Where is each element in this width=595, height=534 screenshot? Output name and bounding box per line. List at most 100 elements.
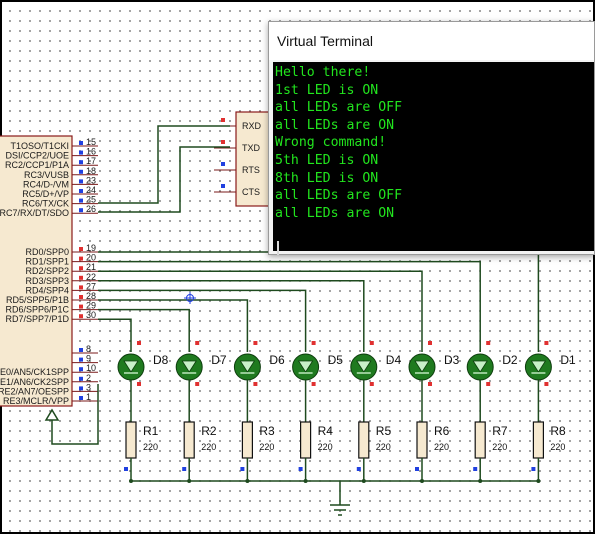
terminal-line: all LEDs are ON [275,205,395,221]
resistor-r3[interactable]: R3220 [240,421,275,471]
pin-state-marker [79,169,83,174]
resistor-r2[interactable]: R2220 [182,421,217,471]
pin-state-marker [79,266,83,271]
resistor-r6[interactable]: R6220 [415,421,450,471]
resistor-label: R4 [318,424,334,438]
resistor-label: R2 [201,424,217,438]
resistor-r7[interactable]: R7220 [473,421,508,471]
pin-number: 1 [86,392,91,402]
resistor-r5[interactable]: R5220 [356,421,392,471]
pin-number: 9 [86,354,91,364]
pin-label: RC5/D+/VP [22,189,69,199]
led-label: D2 [502,353,518,367]
terminal-line: Wrong command! [275,135,387,151]
virtual-terminal-window[interactable]: Virtual Terminal Hello there! 1st LED is … [268,21,595,255]
port-wire [98,308,190,352]
pin-label: RC7/RX/DT/SDO [0,208,69,218]
pin-state-marker [79,150,83,155]
resistor-value: 220 [318,442,333,452]
port-wire [98,318,132,352]
pin-number: 10 [86,363,96,373]
terminal-line: 8th LED is ON [275,170,379,186]
led-d4[interactable]: D4 [350,341,402,386]
led-label: D6 [269,353,285,367]
mcu-pin: 8 [72,344,98,354]
pin-label: RC6/TX/CK [22,199,69,209]
resistor-value: 220 [492,442,507,452]
resistor-r4[interactable]: R4220 [298,421,334,471]
led-label: D1 [560,353,576,367]
pin-number: 16 [86,147,96,157]
pin-state-marker [79,396,83,400]
led-label: D3 [444,353,460,367]
pin-number: 21 [86,262,96,272]
led-label: D7 [211,353,227,367]
pin-number: 15 [86,137,96,147]
pin-label: RD5/SPP5/P1B [6,295,69,305]
pin-label: RD2/SPP2 [25,266,69,276]
port-wire [98,270,423,352]
led-d5[interactable]: D5 [292,341,344,386]
pin-label: RE2/AN7/OESPP [0,386,69,396]
resistor-value: 220 [201,442,216,452]
pin-number: 26 [86,204,96,214]
pin-number: 18 [86,166,96,176]
pin-label: RD0/SPP0 [25,247,69,257]
pin-label: RD1/SPP1 [25,257,69,267]
pin-state-marker [79,256,83,261]
pin-number: 25 [86,195,96,205]
resistor-label: R3 [259,424,275,438]
resistor-label: R6 [434,424,450,438]
resistor-value: 220 [143,442,158,452]
resistor-value: 220 [550,442,565,452]
terminal-line: 1st LED is ON [275,82,379,98]
led-d6[interactable]: D6 [233,341,285,386]
tx-wire [98,125,230,204]
resistor-value: 220 [376,442,391,452]
resistor-value: 220 [259,442,274,452]
pin-label: RD4/SPP4 [25,285,69,295]
pin-state-marker [221,118,225,122]
terminal-line: Hello there! [275,65,371,80]
pin-number: 3 [86,382,91,392]
led-label: D4 [386,353,402,367]
pin-label: RD6/SPP6/P1C [5,305,69,315]
resistor-label: R5 [376,424,392,438]
led-d1[interactable]: D1 [524,341,576,386]
pin-label: T1OSO/T1CKI [10,141,69,151]
pin-state-marker [221,184,225,188]
pin-state-marker [79,386,83,391]
resistor-r8[interactable]: R8220 [531,421,566,471]
pin-label: RD7/SPP7/P1D [5,314,69,324]
pin-label: RE0/AN5/CK1SPP [0,367,69,377]
pin-label: RD3/SPP3 [25,276,69,286]
port-wire [98,251,540,352]
led-d2[interactable]: D2 [466,341,518,386]
pin-number: 2 [86,373,91,383]
text-cursor [277,241,279,255]
led-d7[interactable]: D7 [175,341,227,386]
mcu-pin: 9 [72,354,98,364]
pin-label: RC2/CCP1/P1A [5,160,69,170]
terminal-pin-label: TXD [242,143,261,153]
led-d8[interactable]: D8 [117,341,169,386]
pin-label: RC4/D-/VM [23,179,69,189]
led-d3[interactable]: D3 [408,341,460,386]
crosshair-probe-icon[interactable] [184,292,196,304]
terminal-line: 5th LED is ON [275,152,379,168]
pin-state-marker [79,304,83,309]
pin-state-marker [79,247,83,251]
pin-state-marker [221,140,225,144]
power-terminal-arrow [44,408,60,421]
pin-state-marker [79,367,83,372]
resistor-r1[interactable]: R1220 [124,421,159,471]
terminal-pin-label: CTS [242,187,260,197]
terminal-output[interactable]: Hello there! 1st LED is ON all LEDs are OF… [273,62,594,255]
pin-number: 28 [86,291,96,301]
pin-number: 24 [86,185,96,195]
resistor-label: R8 [550,424,566,438]
pin-state-marker [79,275,83,280]
pin-number: 27 [86,281,96,291]
led-label: D5 [328,353,344,367]
pin-state-marker [79,295,83,299]
